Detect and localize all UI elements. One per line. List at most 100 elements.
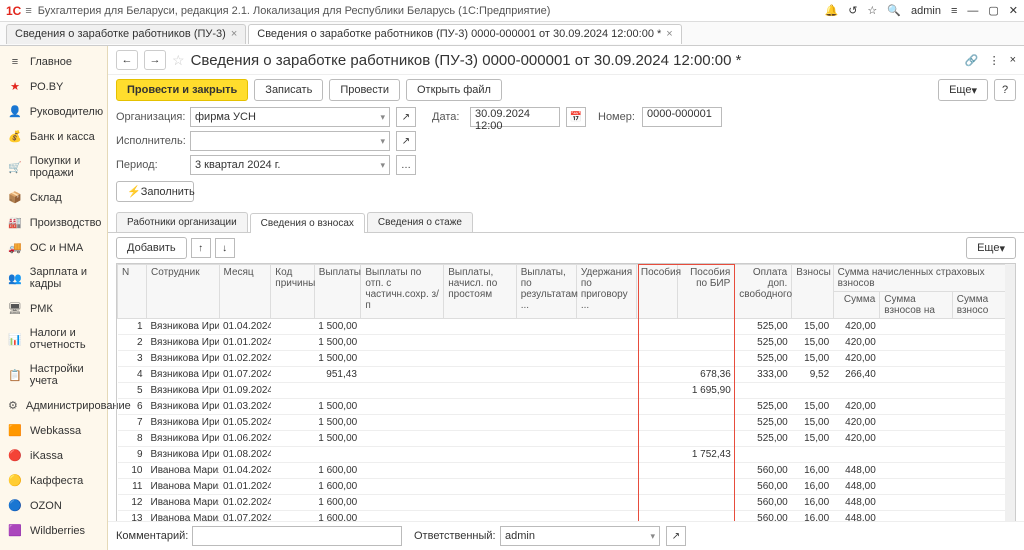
sidebar-item[interactable]: 📋Настройки учета — [0, 357, 107, 393]
close-icon[interactable]: ✕ — [1009, 4, 1018, 17]
sidebar-icon: 🟪 — [8, 524, 22, 537]
responsible-field[interactable]: admin — [500, 526, 660, 546]
maximize-icon[interactable]: ▢ — [988, 4, 998, 17]
table-row[interactable]: 8Вязникова Ири...01.06.20241 500,00525,0… — [118, 431, 1015, 447]
post-and-close-button[interactable]: Провести и закрыть — [116, 79, 248, 101]
search-icon[interactable]: 🔍 — [887, 4, 901, 17]
date-label: Дата: — [432, 111, 464, 123]
tab-doc-list[interactable]: Сведения о заработке работников (ПУ-3)× — [6, 24, 246, 44]
period-field[interactable]: 3 квартал 2024 г. — [190, 155, 390, 175]
org-label: Организация: — [116, 111, 184, 123]
table-row[interactable]: 11Иванова Мария...01.01.20241 600,00560,… — [118, 479, 1015, 495]
table-row[interactable]: 9Вязникова Ири...01.08.20241 752,43 — [118, 447, 1015, 463]
executor-open-button[interactable]: ↗ — [396, 131, 416, 151]
sidebar-label: Налоги и отчетность — [30, 327, 99, 351]
forward-button[interactable]: → — [144, 50, 166, 70]
sidebar-item[interactable]: 📦Склад — [0, 185, 107, 210]
sidebar-item[interactable]: ★РО.BY — [0, 74, 107, 99]
table-row[interactable]: 1Вязникова Ири...01.04.20241 500,00525,0… — [118, 319, 1015, 335]
link-icon[interactable]: 🔗 — [965, 54, 979, 67]
sidebar-icon: 🏭 — [8, 216, 22, 229]
history-icon[interactable]: ↺ — [848, 4, 857, 17]
sidebar-icon: 📊 — [8, 333, 22, 346]
date-field[interactable]: 30.09.2024 12:00 — [470, 107, 560, 127]
sidebar-item[interactable]: 📊 Налоги и отчетность — [0, 321, 107, 357]
sidebar-item[interactable]: 🟪Wildberries — [0, 518, 107, 543]
period-select-button[interactable]: … — [396, 155, 416, 175]
post-button[interactable]: Провести — [329, 79, 400, 101]
responsible-label: Ответственный: — [414, 530, 494, 542]
table-row[interactable]: 2Вязникова Ири...01.01.20241 500,00525,0… — [118, 335, 1015, 351]
minimize-icon[interactable]: — — [967, 5, 978, 17]
sidebar-item[interactable]: ⚙Администрирование — [0, 393, 107, 418]
executor-field[interactable] — [190, 131, 390, 151]
help-button[interactable]: ? — [994, 79, 1016, 101]
calendar-icon[interactable]: 📅 — [566, 107, 586, 127]
tab-doc-current[interactable]: Сведения о заработке работников (ПУ-3) 0… — [248, 24, 681, 44]
sidebar-item[interactable]: 🚚ОС и НМА — [0, 235, 107, 260]
table-more-button[interactable]: Еще ▾ — [966, 237, 1016, 259]
sidebar-item[interactable]: 👥Зарплата и кадры — [0, 260, 107, 296]
org-open-button[interactable]: ↗ — [396, 107, 416, 127]
sidebar-item[interactable]: 🟧Webkassa — [0, 418, 107, 443]
sidebar-icon: 💰 — [8, 130, 22, 143]
app-logo: 1С — [6, 4, 21, 18]
open-file-button[interactable]: Открыть файл — [406, 79, 502, 101]
menu-icon[interactable]: ≡ — [25, 5, 31, 17]
sidebar-icon: 🚚 — [8, 241, 22, 254]
comment-field[interactable] — [192, 526, 402, 546]
sidebar-icon: 👤 — [8, 105, 22, 118]
table-row[interactable]: 12Иванова Мария...01.02.20241 600,00560,… — [118, 495, 1015, 511]
sidebar-label: Банк и касса — [30, 131, 95, 143]
sidebar-item[interactable]: 🔵OZON — [0, 493, 107, 518]
sidebar-item[interactable]: 🟡Каффеста — [0, 468, 107, 493]
sidebar-item[interactable]: 💰 Банк и касса — [0, 124, 107, 149]
sidebar-item[interactable]: 👤Руководителю — [0, 99, 107, 124]
vertical-scrollbar[interactable] — [1005, 264, 1015, 539]
comment-label: Комментарий: — [116, 530, 186, 542]
subtab-workers[interactable]: Работники организации — [116, 212, 248, 232]
add-row-button[interactable]: Добавить — [116, 237, 187, 259]
close-icon[interactable]: × — [1010, 54, 1016, 67]
fill-button[interactable]: ⚡ Заполнить — [116, 181, 194, 202]
sidebar-item[interactable]: 🖥РМК — [0, 296, 107, 321]
sidebar-icon: 🖥 — [8, 302, 22, 315]
table-row[interactable]: 4Вязникова Ири...01.07.2024951,43678,363… — [118, 367, 1015, 383]
sidebar-icon: 🟧 — [8, 424, 22, 437]
move-up-button[interactable]: ↑ — [191, 238, 211, 258]
favorite-icon[interactable]: ☆ — [172, 52, 185, 69]
sidebar-item[interactable]: ≡Главное — [0, 50, 107, 74]
subtab-contributions[interactable]: Сведения о взносах — [250, 213, 365, 233]
subtab-seniority[interactable]: Сведения о стаже — [367, 212, 473, 232]
data-table: N Сотрудник Месяц Код причины Выплаты Вы… — [116, 263, 1016, 550]
table-row[interactable]: 5Вязникова Ири...01.09.20241 695,90 — [118, 383, 1015, 399]
user-label[interactable]: admin — [911, 5, 941, 17]
more-icon[interactable]: ⋮ — [989, 54, 1000, 67]
window-menu-icon[interactable]: ≡ — [951, 5, 957, 17]
close-icon[interactable]: × — [231, 28, 237, 40]
move-down-button[interactable]: ↓ — [215, 238, 235, 258]
sidebar-icon: 🔵 — [8, 499, 22, 512]
star-icon[interactable]: ☆ — [867, 4, 877, 17]
close-icon[interactable]: × — [666, 28, 672, 40]
sidebar-item[interactable]: 🏭 Производство — [0, 210, 107, 235]
more-button[interactable]: Еще ▾ — [938, 79, 988, 101]
sidebar-item[interactable]: 🔴iKassa — [0, 443, 107, 468]
bell-icon[interactable]: 🔔 — [824, 4, 838, 17]
period-label: Период: — [116, 159, 184, 171]
table-row[interactable]: 3Вязникова Ири...01.02.20241 500,00525,0… — [118, 351, 1015, 367]
table-row[interactable]: 6Вязникова Ири...01.03.20241 500,00525,0… — [118, 399, 1015, 415]
org-field[interactable]: фирма УСН — [190, 107, 390, 127]
sidebar-label: Производство — [30, 217, 102, 229]
number-field[interactable]: 0000-000001 — [642, 107, 722, 127]
sidebar-item[interactable]: 🛒Покупки и продажи — [0, 149, 107, 185]
document-title: Сведения о заработке работников (ПУ-3) 0… — [191, 52, 742, 69]
sidebar-label: Зарплата и кадры — [30, 266, 99, 290]
back-button[interactable]: ← — [116, 50, 138, 70]
sidebar-icon: 📦 — [8, 191, 22, 204]
table-row[interactable]: 7Вязникова Ири...01.05.20241 500,00525,0… — [118, 415, 1015, 431]
table-row[interactable]: 10Иванова Мария...01.04.20241 600,00560,… — [118, 463, 1015, 479]
sidebar-label: Настройки учета — [30, 363, 99, 387]
responsible-open-button[interactable]: ↗ — [666, 526, 686, 546]
write-button[interactable]: Записать — [254, 79, 323, 101]
